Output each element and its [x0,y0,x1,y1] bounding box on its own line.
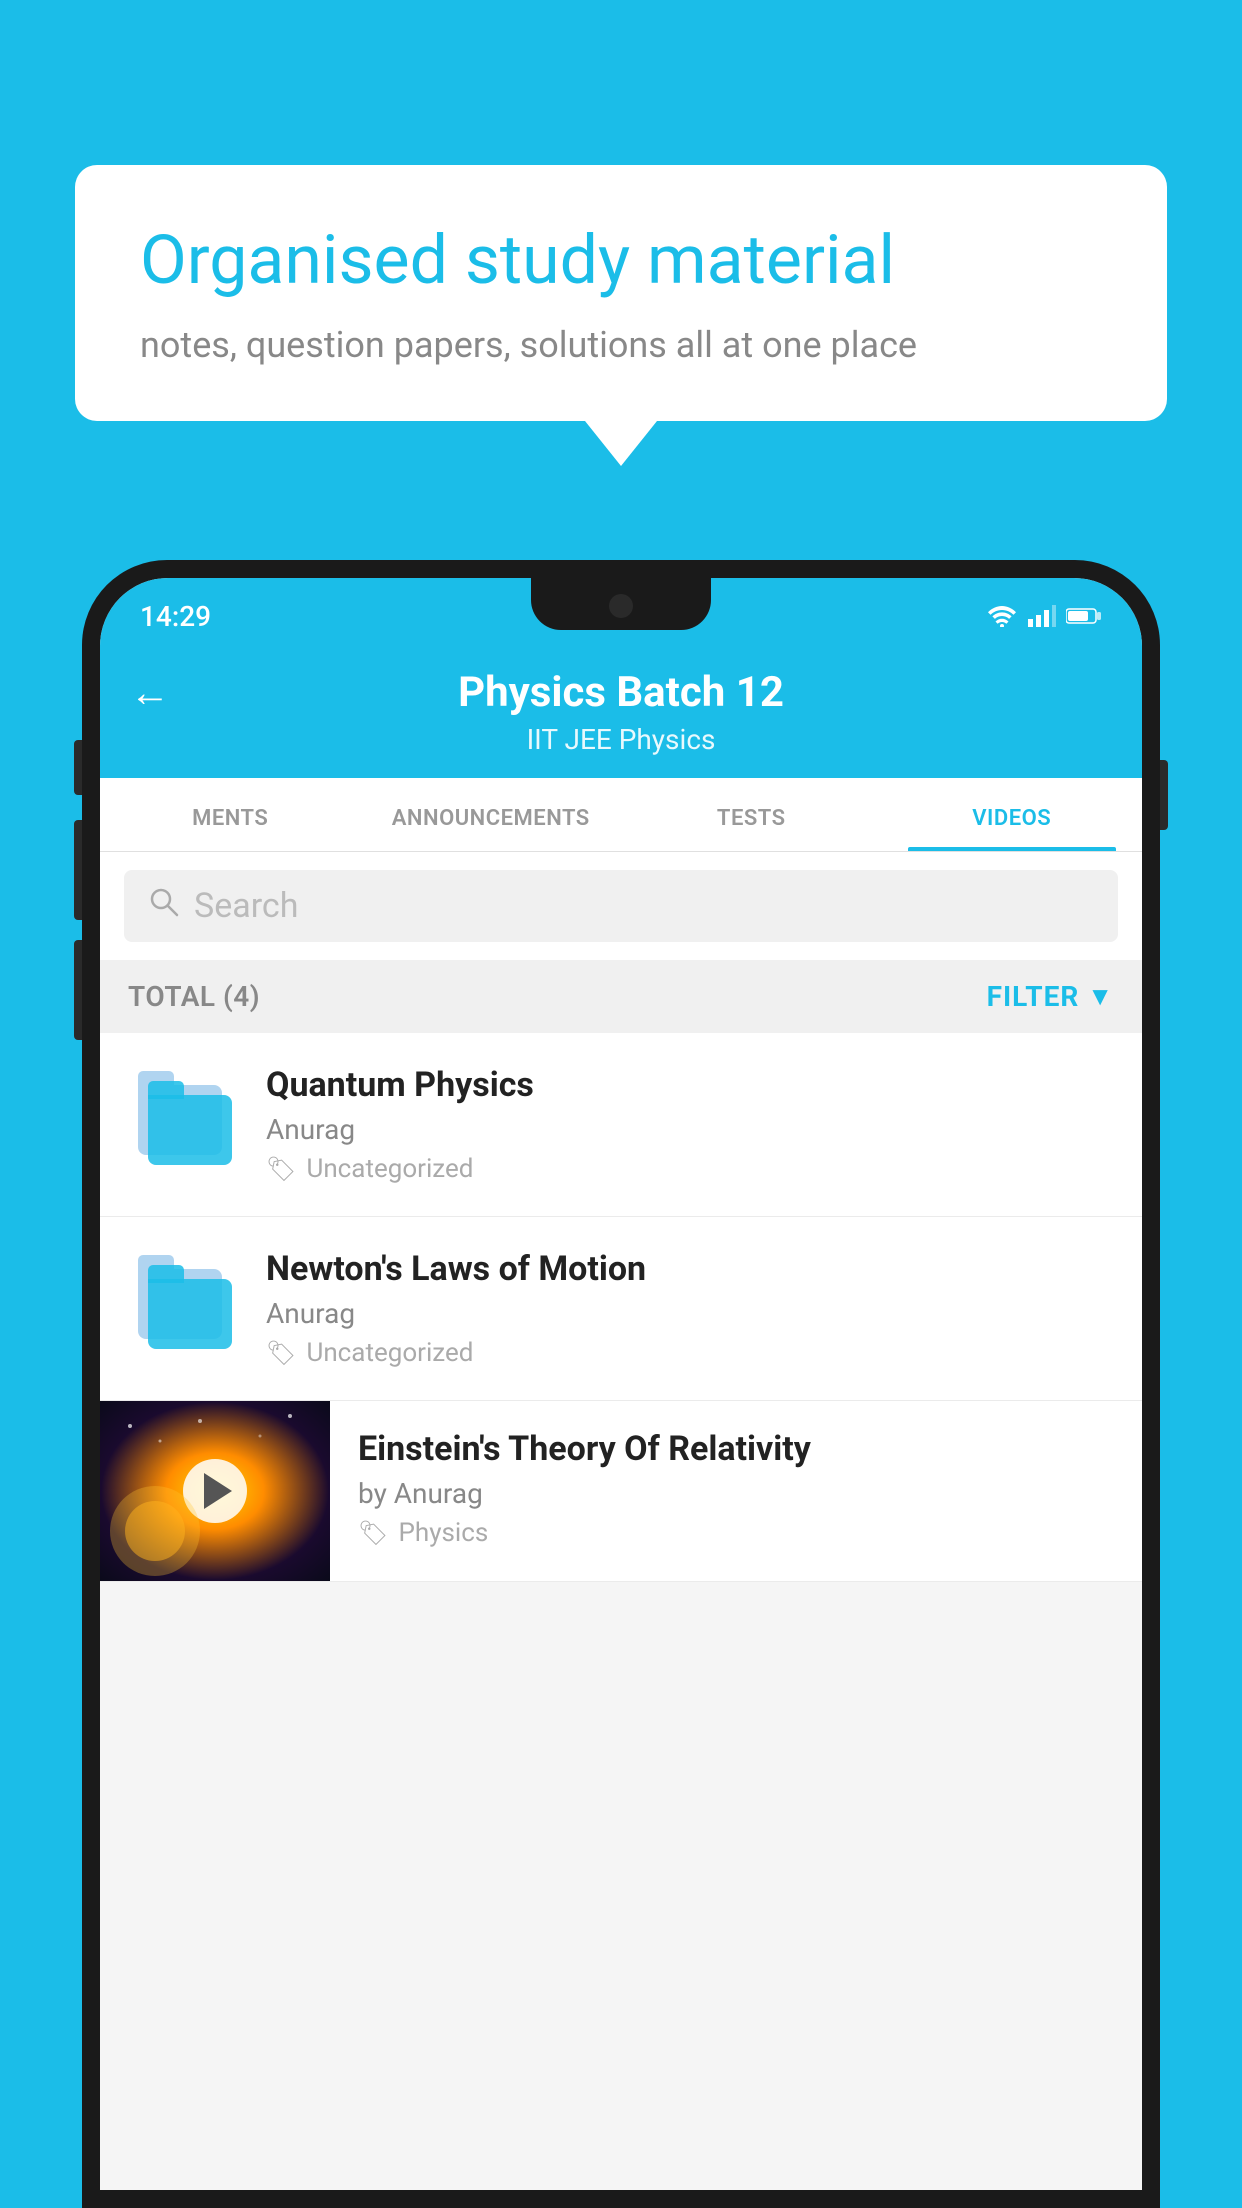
phone-screen: 14:29 [100,578,1142,2190]
promo-card: Organised study material notes, question… [75,165,1167,421]
tab-announcements[interactable]: ANNOUNCEMENTS [361,778,622,851]
search-bar-wrap: Search [100,852,1142,960]
tab-videos[interactable]: VIDEOS [882,778,1143,851]
video-thumbnail-einstein [100,1401,330,1581]
tag-icon-1: 🏷 [266,1155,296,1183]
header-title: Physics Batch 12 [458,668,784,717]
power-button [1160,760,1168,830]
front-camera [609,594,633,618]
list-item[interactable]: Einstein's Theory Of Relativity by Anura… [100,1401,1142,1582]
tag-icon-2: 🏷 [266,1339,296,1367]
tag-label-2: Uncategorized [306,1338,473,1368]
folder-front [148,1279,232,1349]
header-subtitle: IIT JEE Physics [527,723,716,756]
video-title-1: Quantum Physics [266,1065,1114,1105]
battery-icon [1066,607,1102,625]
video-info-2: Newton's Laws of Motion Anurag 🏷 Uncateg… [266,1249,1114,1368]
stars-bg [100,1401,330,1581]
folder-icon [138,1085,228,1165]
total-count: TOTAL (4) [128,980,260,1013]
list-meta-row: TOTAL (4) FILTER ▼ [100,960,1142,1033]
video-title-3: Einstein's Theory Of Relativity [358,1429,1114,1469]
video-title-2: Newton's Laws of Motion [266,1249,1114,1289]
phone-outer: 14:29 [82,560,1160,2208]
bubble-subtitle: notes, question papers, solutions all at… [140,324,1102,366]
tag-icon-3: 🏷 [358,1519,388,1547]
video-author-2: Anurag [266,1297,1114,1330]
tag-label-1: Uncategorized [306,1154,473,1184]
volume-up-button [74,740,82,795]
status-time: 14:29 [140,600,211,633]
phone-notch [531,578,711,630]
bubble-title: Organised study material [140,220,1102,302]
folder-icon [138,1269,228,1349]
wifi-icon [986,605,1018,627]
back-button[interactable]: ← [130,669,170,716]
video-tag-row-1: 🏷 Uncategorized [266,1154,1114,1184]
video-info-3: Einstein's Theory Of Relativity by Anura… [330,1401,1142,1576]
header-top: ← Physics Batch 12 [130,668,1112,717]
folder-thumbnail-1 [128,1070,238,1180]
app-header: ← Physics Batch 12 IIT JEE Physics [100,646,1142,778]
search-placeholder: Search [194,886,298,926]
video-info-1: Quantum Physics Anurag 🏷 Uncategorized [266,1065,1114,1184]
volume-down-button [74,820,82,920]
video-author-3: by Anurag [358,1477,1114,1510]
tabs-bar: MENTS ANNOUNCEMENTS TESTS VIDEOS [100,778,1142,852]
tab-tests[interactable]: TESTS [621,778,882,851]
list-item[interactable]: Newton's Laws of Motion Anurag 🏷 Uncateg… [100,1217,1142,1401]
signal-icon [1028,605,1056,627]
list-item[interactable]: Quantum Physics Anurag 🏷 Uncategorized [100,1033,1142,1217]
speech-bubble: Organised study material notes, question… [75,165,1167,421]
phone-mockup: 14:29 [82,560,1160,2208]
search-icon [148,886,180,926]
folder-thumbnail-2 [128,1254,238,1364]
video-list: Quantum Physics Anurag 🏷 Uncategorized [100,1033,1142,1582]
folder-front [148,1095,232,1165]
search-bar[interactable]: Search [124,870,1118,942]
status-icons [986,605,1102,627]
filter-icon: ▼ [1087,981,1114,1012]
video-tag-row-3: 🏷 Physics [358,1518,1114,1548]
video-author-1: Anurag [266,1113,1114,1146]
filter-button[interactable]: FILTER ▼ [987,980,1114,1013]
video-tag-row-2: 🏷 Uncategorized [266,1338,1114,1368]
tab-ments[interactable]: MENTS [100,778,361,851]
tag-label-3: Physics [398,1518,488,1548]
silent-button [74,940,82,1040]
